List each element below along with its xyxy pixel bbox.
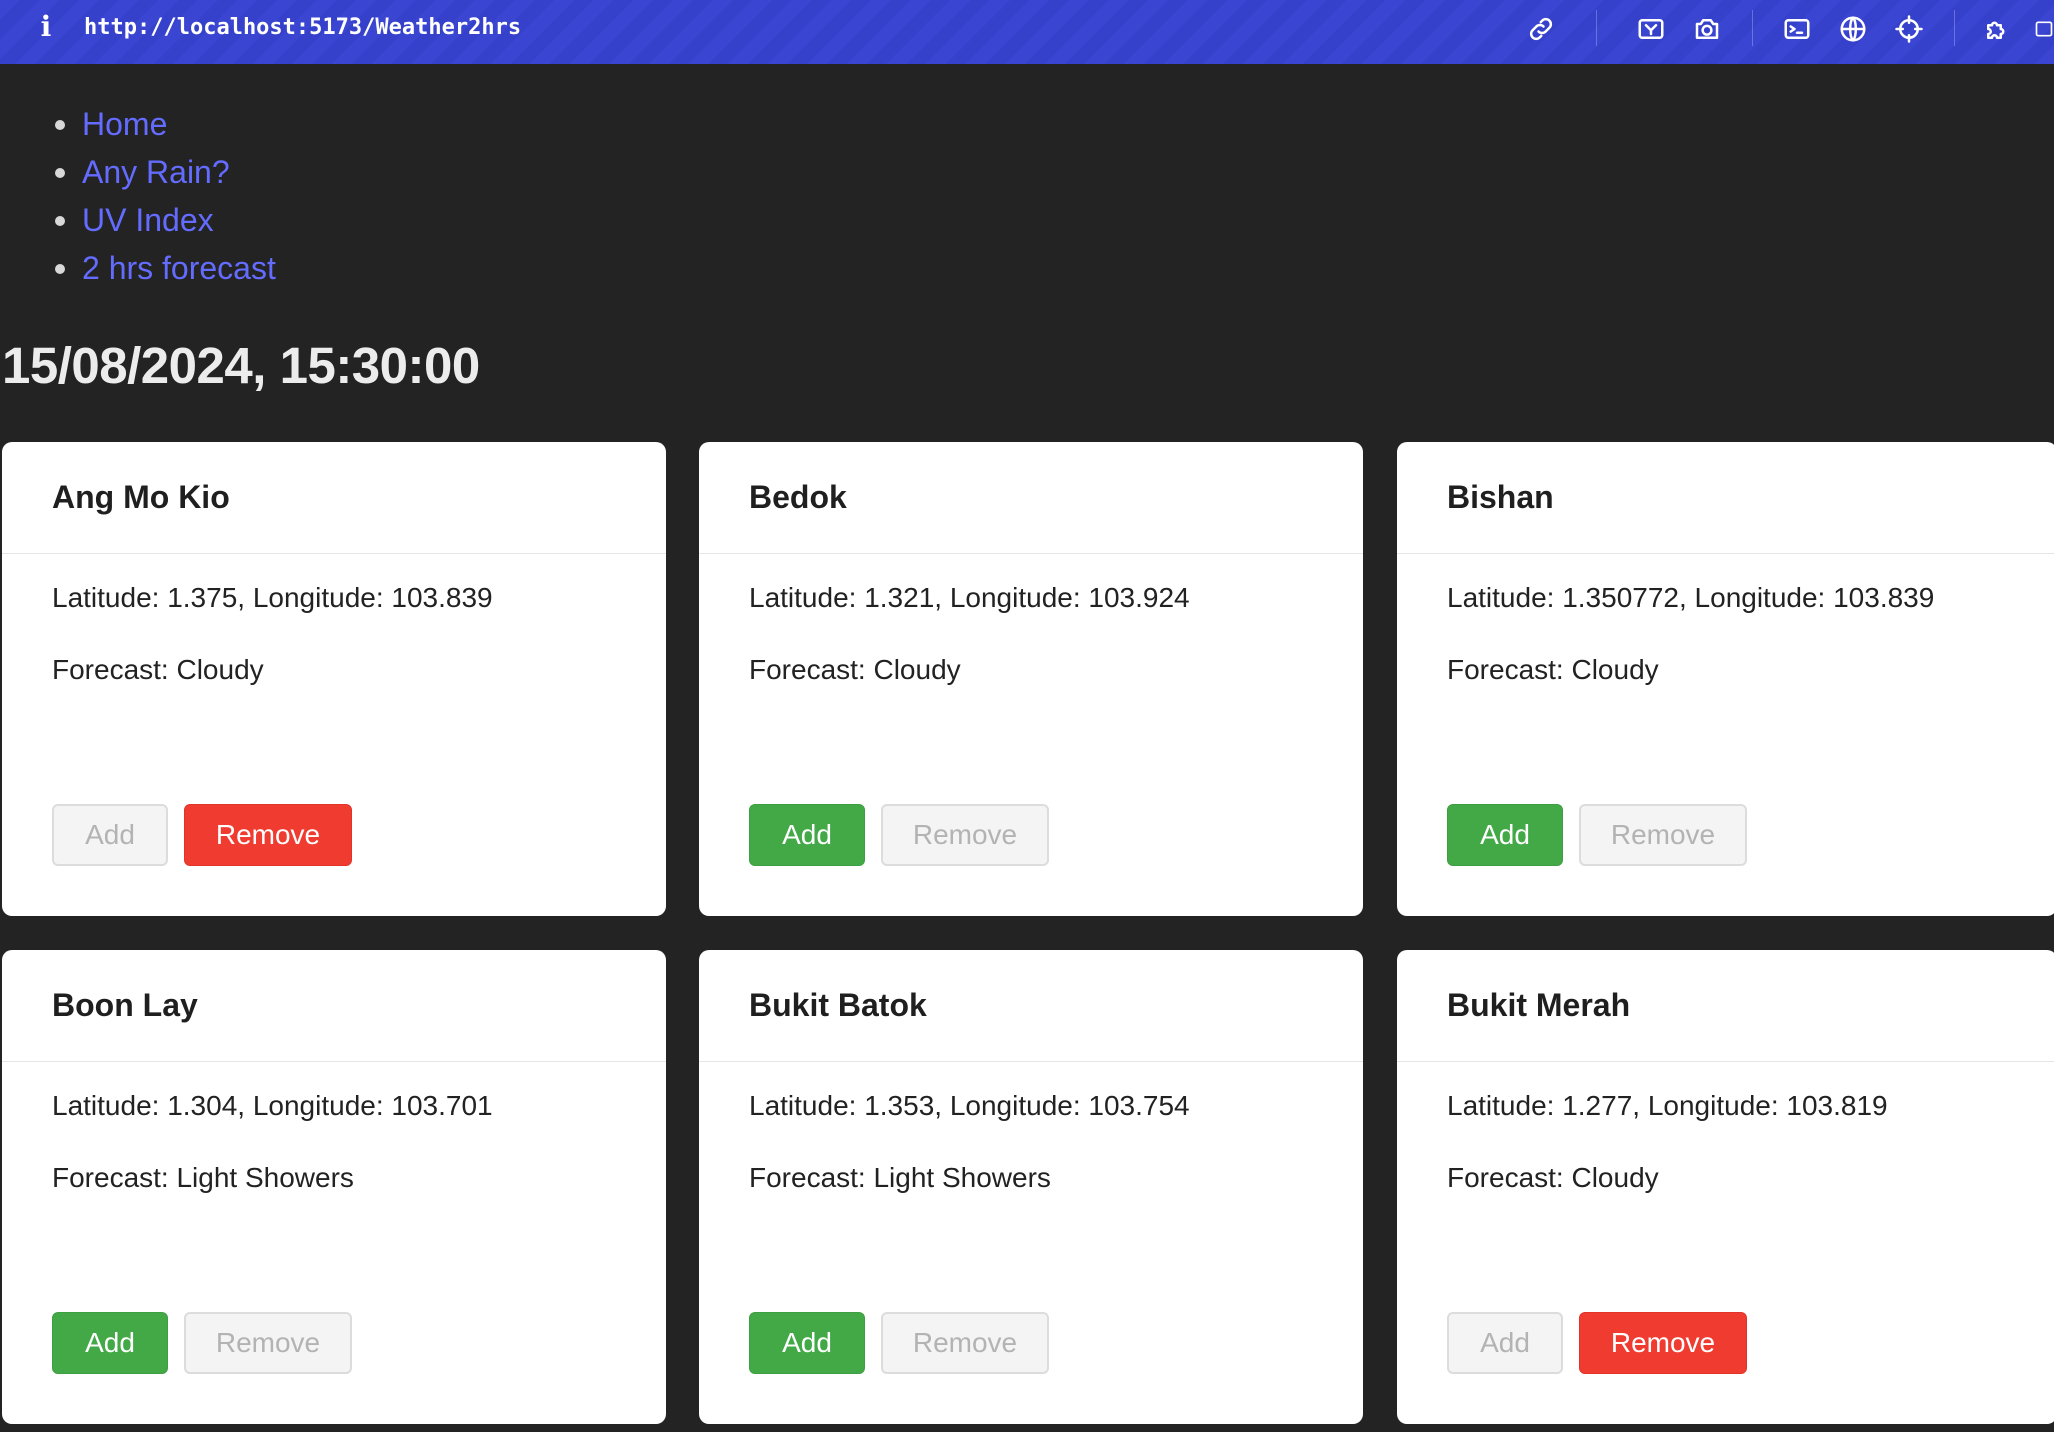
add-button[interactable]: Add [749, 804, 865, 866]
card-forecast: Forecast: Cloudy [749, 654, 961, 685]
card-coordinates: Latitude: 1.304, Longitude: 103.701 [52, 1090, 493, 1121]
nav-link-uv-index[interactable]: UV Index [82, 202, 214, 238]
card-title: Bedok [749, 479, 847, 515]
card-header: Bukit Batok [699, 950, 1363, 1062]
crosshair-icon[interactable] [1892, 12, 1926, 46]
puzzle-icon[interactable] [1980, 12, 2014, 46]
card-coordinates: Latitude: 1.350772, Longitude: 103.839 [1447, 582, 1935, 613]
nav-link-home[interactable]: Home [82, 106, 167, 142]
card-coordinates: Latitude: 1.321, Longitude: 103.924 [749, 582, 1190, 613]
add-button[interactable]: Add [749, 1312, 865, 1374]
card-title: Bishan [1447, 479, 1554, 515]
card-title: Boon Lay [52, 987, 198, 1023]
page-timestamp: 15/08/2024, 15:30:00 [2, 337, 480, 394]
sidebar-icon[interactable] [2034, 12, 2054, 46]
terminal-icon[interactable] [1780, 12, 1814, 46]
nav-link-any-rain[interactable]: Any Rain? [82, 154, 230, 190]
nav-link-2hrs-forecast[interactable]: 2 hrs forecast [82, 250, 276, 286]
card-header: Bedok [699, 442, 1363, 554]
add-button[interactable]: Add [52, 1312, 168, 1374]
card-coordinates: Latitude: 1.375, Longitude: 103.839 [52, 582, 493, 613]
remove-button[interactable]: Remove [184, 804, 352, 866]
area-card-bishan: Bishan Latitude: 1.350772, Longitude: 10… [1397, 442, 2054, 916]
card-forecast: Forecast: Cloudy [1447, 654, 1659, 685]
remove-button[interactable]: Remove [184, 1312, 352, 1374]
remove-button[interactable]: Remove [1579, 804, 1747, 866]
card-forecast: Forecast: Cloudy [1447, 1162, 1659, 1193]
card-forecast: Forecast: Light Showers [749, 1162, 1051, 1193]
nav-item-uv-index: UV Index [52, 196, 276, 244]
camera-icon[interactable] [1690, 12, 1724, 46]
link-icon[interactable] [1524, 12, 1558, 46]
area-card-boon-lay: Boon Lay Latitude: 1.304, Longitude: 103… [2, 950, 666, 1424]
area-card-ang-mo-kio: Ang Mo Kio Latitude: 1.375, Longitude: 1… [2, 442, 666, 916]
screenshot-region-icon[interactable] [1634, 12, 1668, 46]
area-card-bukit-batok: Bukit Batok Latitude: 1.353, Longitude: … [699, 950, 1363, 1424]
area-card-bukit-merah: Bukit Merah Latitude: 1.277, Longitude: … [1397, 950, 2054, 1424]
card-header: Ang Mo Kio [2, 442, 666, 554]
add-button[interactable]: Add [1447, 1312, 1563, 1374]
card-coordinates: Latitude: 1.277, Longitude: 103.819 [1447, 1090, 1888, 1121]
main-nav: Home Any Rain? UV Index 2 hrs forecast [52, 100, 276, 292]
card-header: Bishan [1397, 442, 2054, 554]
card-coordinates: Latitude: 1.353, Longitude: 103.754 [749, 1090, 1190, 1121]
card-forecast: Forecast: Light Showers [52, 1162, 354, 1193]
card-header: Boon Lay [2, 950, 666, 1062]
nav-item-any-rain: Any Rain? [52, 148, 276, 196]
area-card-bedok: Bedok Latitude: 1.321, Longitude: 103.92… [699, 442, 1363, 916]
remove-button[interactable]: Remove [881, 1312, 1049, 1374]
remove-button[interactable]: Remove [1579, 1312, 1747, 1374]
card-title: Ang Mo Kio [52, 479, 230, 515]
remove-button[interactable]: Remove [881, 804, 1049, 866]
address-bar-url[interactable]: http://localhost:5173/Weather2hrs [84, 12, 521, 44]
card-forecast: Forecast: Cloudy [52, 654, 264, 685]
info-icon[interactable]: i [36, 12, 56, 42]
add-button[interactable]: Add [1447, 804, 1563, 866]
add-button[interactable]: Add [52, 804, 168, 866]
card-title: Bukit Batok [749, 987, 927, 1023]
toolbar-divider [1752, 10, 1753, 46]
browser-toolbar: i http://localhost:5173/Weather2hrs [0, 0, 2054, 64]
nav-item-home: Home [52, 100, 276, 148]
toolbar-divider [1596, 10, 1597, 46]
card-title: Bukit Merah [1447, 987, 1631, 1023]
card-header: Bukit Merah [1397, 950, 2054, 1062]
toolbar-divider [1954, 10, 1955, 46]
globe-icon[interactable] [1836, 12, 1870, 46]
nav-item-2hrs-forecast: 2 hrs forecast [52, 244, 276, 292]
